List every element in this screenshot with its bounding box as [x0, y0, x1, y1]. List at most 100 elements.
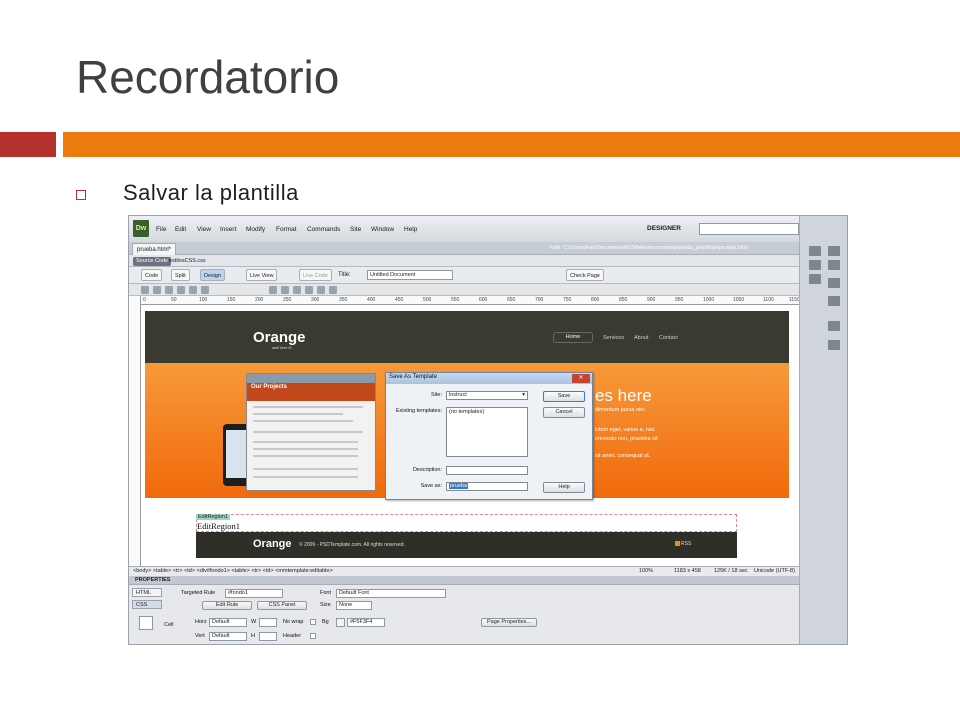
live-code-button[interactable]: Live Code [299, 269, 332, 281]
panel-icon[interactable] [809, 260, 821, 270]
encoding: Unicode (UTF-8) [754, 568, 795, 574]
check-page-button[interactable]: Check Page [566, 269, 604, 281]
existing-template-item: (no templates) [449, 409, 485, 415]
site-nav-home[interactable]: Home [553, 332, 593, 343]
projects-line [253, 448, 358, 450]
toolbar-icon[interactable] [305, 286, 313, 294]
tag-selector[interactable]: <body> <table> <tr> <td> <div#fondo1> <t… [133, 568, 333, 574]
menu-edit[interactable]: Edit [175, 226, 186, 233]
window-size[interactable]: 1183 x 458 [674, 568, 701, 574]
panel-icon[interactable] [828, 340, 840, 350]
ruler-tick: 1000 [703, 297, 715, 303]
panel-icon[interactable] [828, 321, 840, 331]
nowrap-checkbox[interactable] [310, 619, 316, 625]
status-bar: <body> <table> <tr> <td> <div#fondo1> <t… [129, 566, 799, 576]
bg-color-swatch[interactable] [336, 618, 345, 627]
page-properties-button[interactable]: Page Properties... [481, 618, 537, 627]
toolbar-icon[interactable] [293, 286, 301, 294]
toolbar-icon[interactable] [201, 286, 209, 294]
properties-title: PROPERTIES [135, 577, 171, 583]
height-input[interactable] [259, 632, 277, 641]
css-tab[interactable]: CSS [132, 600, 162, 609]
split-view-button[interactable]: Split [171, 269, 190, 281]
menu-file[interactable]: File [156, 226, 166, 233]
site-select-value: instruct [449, 392, 467, 398]
toolbar-icon[interactable] [153, 286, 161, 294]
css-file-link[interactable]: estilosCSS.css [169, 258, 206, 264]
source-code-button[interactable]: Source Code [133, 257, 172, 266]
menu-window[interactable]: Window [371, 226, 394, 233]
horz-select[interactable]: Default [209, 618, 247, 627]
description-input[interactable] [446, 466, 528, 475]
site-logo: Orange [253, 329, 306, 346]
dialog-title: Save As Template [389, 374, 437, 380]
dreamweaver-logo: Dw [133, 220, 149, 237]
hero-line: ictum eget, varius a, nisl. [595, 427, 656, 433]
dialog-close-icon[interactable]: ✕ [572, 374, 590, 383]
toolbar-icon[interactable] [189, 286, 197, 294]
ruler-tick: 150 [227, 297, 236, 303]
menu-insert[interactable]: Insert [220, 226, 236, 233]
menu-site[interactable]: Site [350, 226, 361, 233]
edit-rule-button[interactable]: Edit Rule [202, 601, 252, 610]
bg-color-input[interactable]: #F5F3F4 [347, 618, 385, 627]
ruler-tick: 600 [479, 297, 488, 303]
ruler-tick: 50 [171, 297, 177, 303]
search-input[interactable] [699, 223, 799, 235]
html-tab[interactable]: HTML [132, 588, 162, 597]
toolbar-icon[interactable] [281, 286, 289, 294]
ruler-tick: 850 [619, 297, 628, 303]
css-panel-button[interactable]: CSS Panel [257, 601, 307, 610]
footer-rss[interactable]: RSS [681, 541, 691, 547]
toolbar-icon[interactable] [269, 286, 277, 294]
menu-help[interactable]: Help [404, 226, 417, 233]
header-checkbox[interactable] [310, 633, 316, 639]
toolbar-icon[interactable] [165, 286, 173, 294]
rss-icon [675, 541, 680, 546]
zoom-level[interactable]: 100% [639, 568, 653, 574]
size-select[interactable]: None [336, 601, 372, 610]
targeted-rule-select[interactable]: #fondo1 [225, 589, 283, 598]
existing-templates-list[interactable]: (no templates) [446, 407, 528, 457]
live-view-button[interactable]: Live View [246, 269, 278, 281]
phone-screen [226, 430, 248, 478]
site-nav-contact[interactable]: Contact [659, 335, 678, 341]
panel-icon[interactable] [828, 260, 840, 270]
site-select[interactable]: instruct ▾ [446, 391, 528, 400]
menu-commands[interactable]: Commands [307, 226, 340, 233]
title-rule-red [0, 132, 56, 157]
edit-region-tag[interactable]: EditRegion1 [196, 514, 230, 520]
width-input[interactable] [259, 618, 277, 627]
cancel-button[interactable]: Cancel [543, 407, 585, 418]
menu-format[interactable]: Format [276, 226, 297, 233]
design-view-button[interactable]: Design [200, 269, 226, 281]
document-tab[interactable]: prueba.html* [132, 243, 177, 255]
vert-select[interactable]: Default [209, 632, 247, 641]
projects-line [253, 476, 358, 478]
help-button[interactable]: Help [543, 482, 585, 493]
panel-icon[interactable] [828, 246, 840, 256]
save-as-input[interactable]: prueba [446, 482, 528, 491]
site-nav-about[interactable]: About [634, 335, 648, 341]
toolbar-icon[interactable] [329, 286, 337, 294]
site-nav-services[interactable]: Services [603, 335, 624, 341]
cell-label: Cell [164, 622, 174, 628]
save-button[interactable]: Save [543, 391, 585, 402]
menu-modify[interactable]: Modify [246, 226, 265, 233]
panel-icon[interactable] [828, 278, 840, 288]
panel-icon[interactable] [809, 274, 821, 284]
toolbar-icon[interactable] [177, 286, 185, 294]
panel-icon[interactable] [809, 246, 821, 256]
page-title-input[interactable]: Untitled Document [367, 270, 453, 280]
code-view-button[interactable]: Code [141, 269, 163, 281]
workspace-switcher[interactable]: DESIGNER [647, 225, 681, 232]
font-select[interactable]: Default Font [336, 589, 446, 598]
targeted-rule-label: Targeted Rule [181, 590, 216, 596]
toolbar-icon[interactable] [141, 286, 149, 294]
footer-logo: Orange [253, 538, 292, 550]
panel-icon[interactable] [828, 296, 840, 306]
toolbar-icon[interactable] [317, 286, 325, 294]
ruler-tick: 900 [647, 297, 656, 303]
menu-view[interactable]: View [197, 226, 211, 233]
edit-region-content[interactable]: EditRegion1 [197, 521, 240, 531]
